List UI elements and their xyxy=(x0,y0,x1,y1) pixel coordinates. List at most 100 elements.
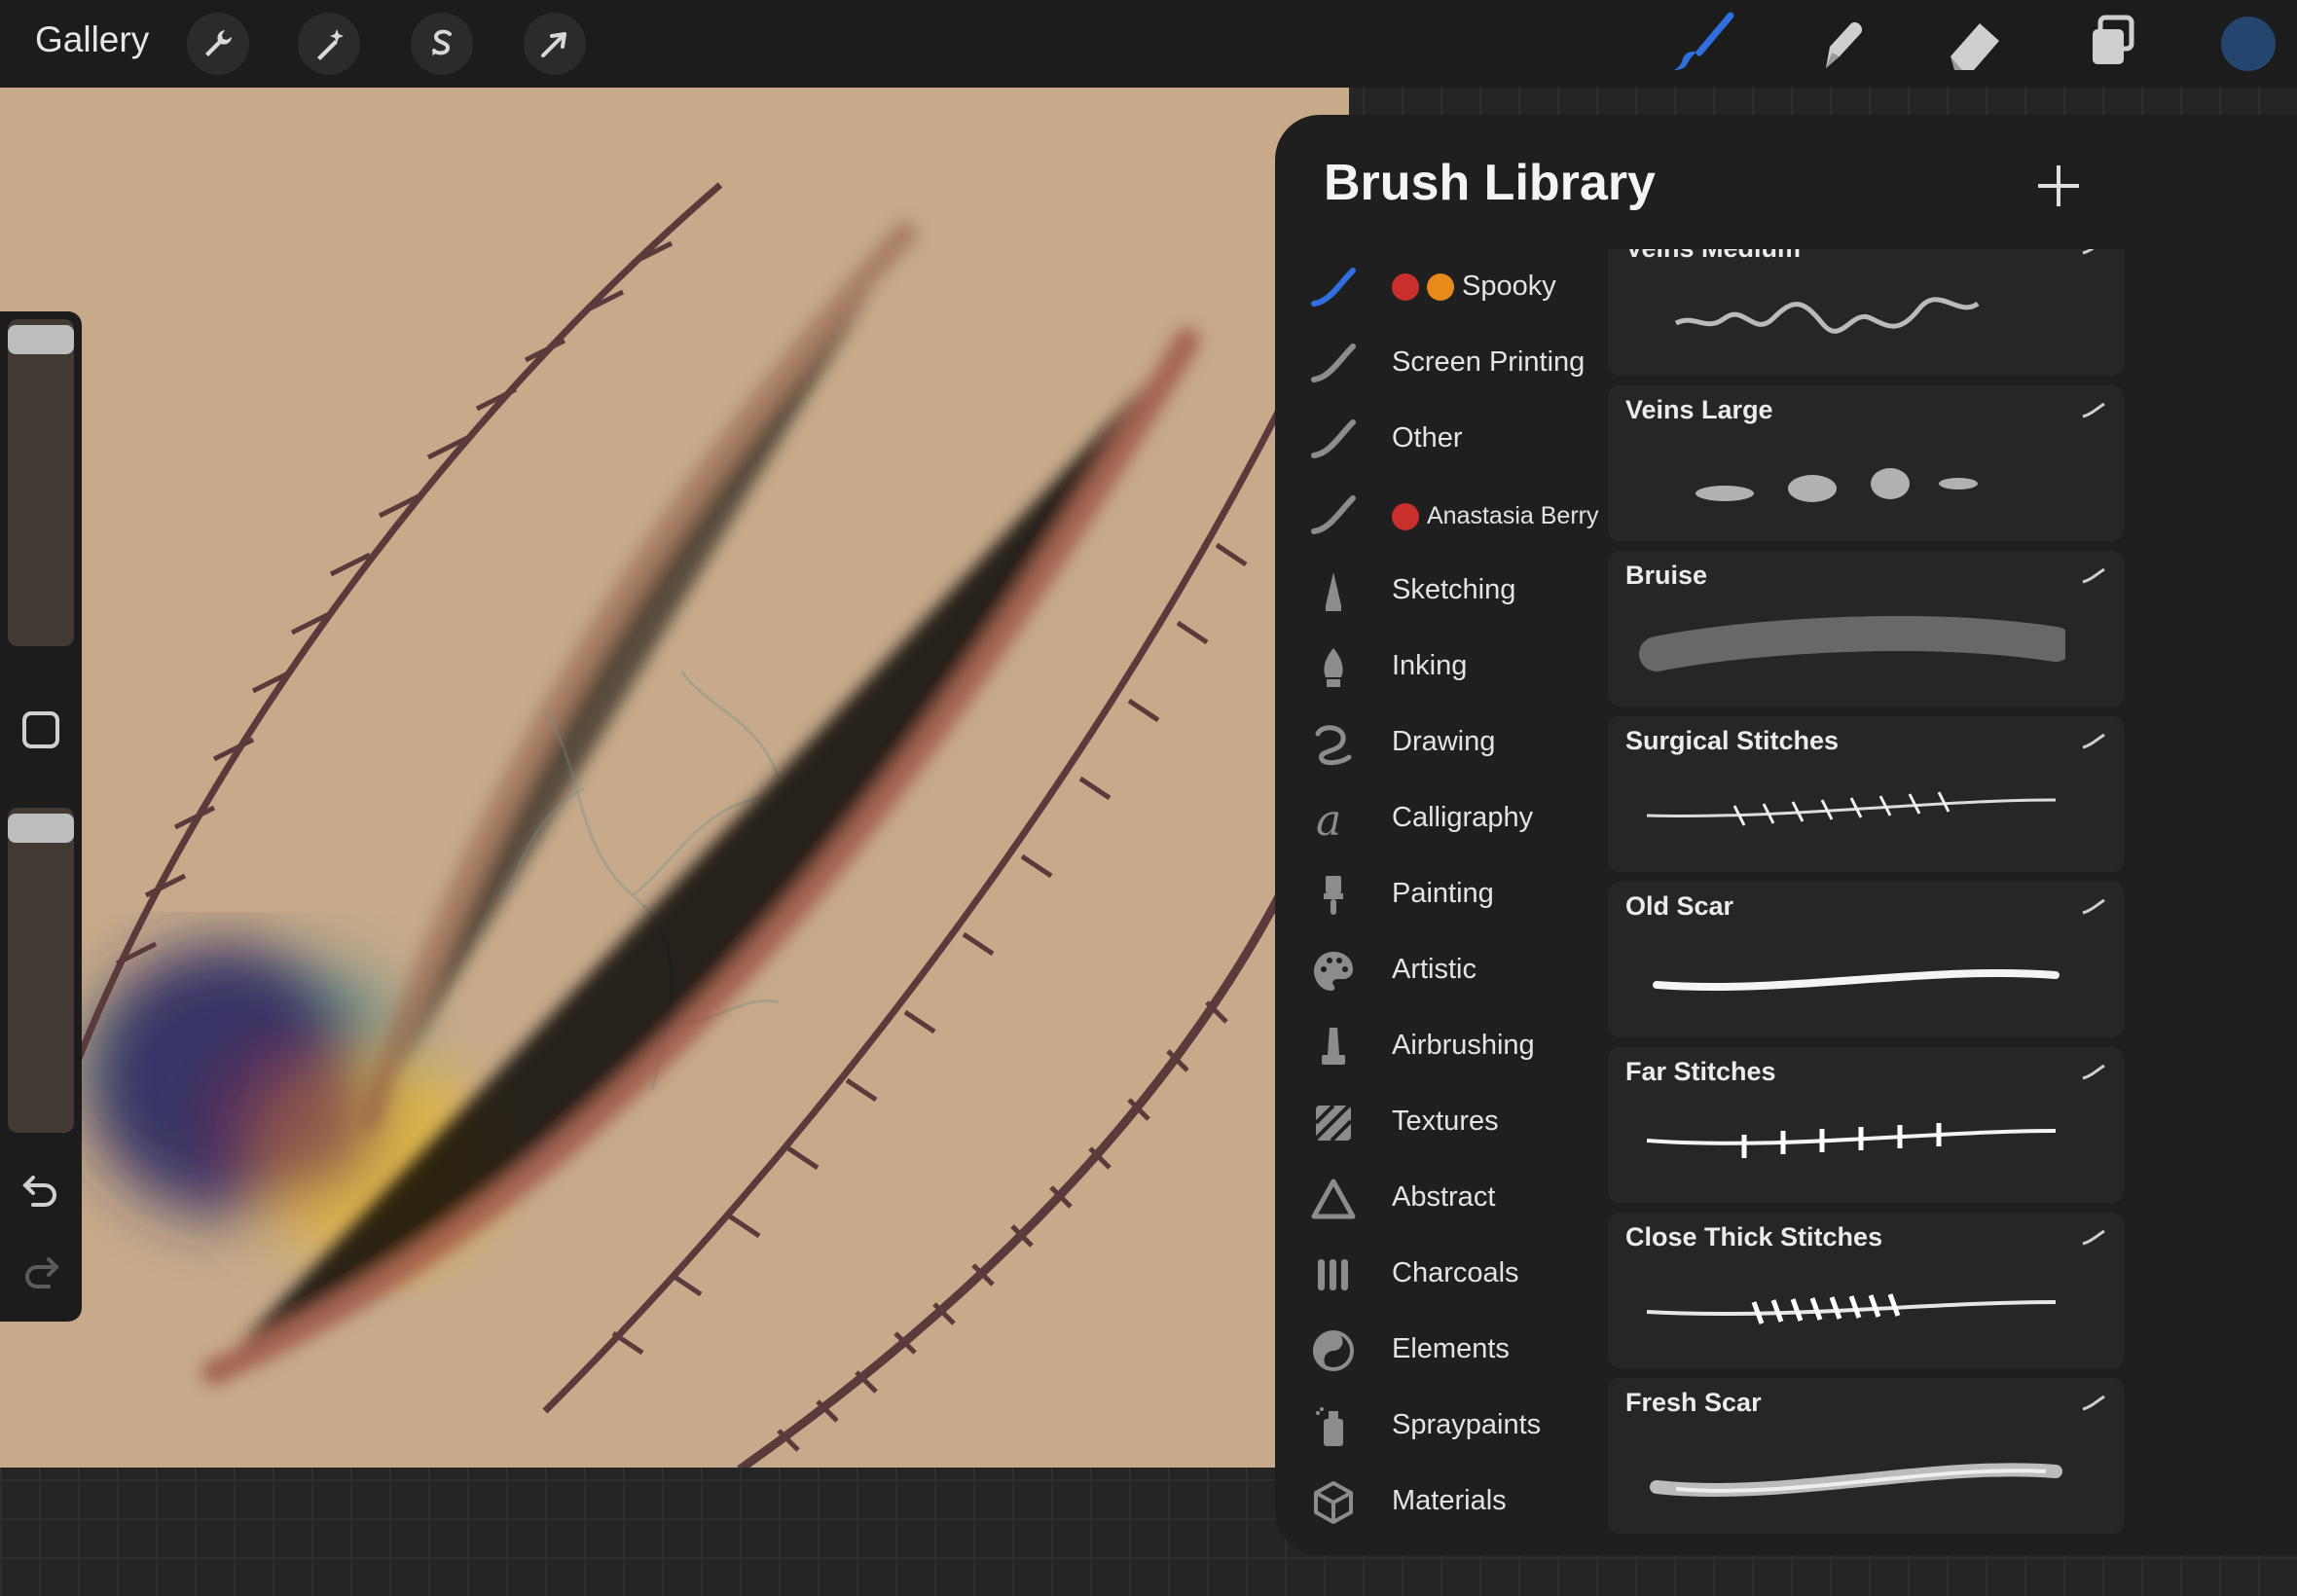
strawberry-icon xyxy=(1392,503,1419,531)
brush-preview-close-thick-stitches xyxy=(1646,1293,2057,1324)
drawing-canvas[interactable] xyxy=(0,88,1349,1468)
brush-name: Fresh Scar xyxy=(1625,1388,1762,1417)
strawberry-icon xyxy=(1392,273,1419,302)
add-brush-icon[interactable] xyxy=(2034,162,2083,215)
set-item-calligraphy[interactable]: a Calligraphy xyxy=(1275,782,1606,858)
brush-preview-bruise xyxy=(1639,616,2065,671)
brush-card-fresh-scar[interactable]: Fresh Scar xyxy=(1608,1378,2124,1534)
pumpkin-icon xyxy=(1427,273,1454,302)
palette-icon xyxy=(1310,948,1357,995)
set-label: Inking xyxy=(1392,650,1468,681)
brush-size-slider[interactable] xyxy=(8,319,74,646)
yin-yang-icon xyxy=(1310,1327,1357,1374)
smudge-icon[interactable] xyxy=(1805,10,1875,78)
redo-icon[interactable] xyxy=(19,1250,62,1297)
brush-name: Veins Medium xyxy=(1625,249,1801,264)
undo-icon[interactable] xyxy=(19,1168,62,1215)
brush-name: Veins Large xyxy=(1625,395,1773,424)
top-toolbar: Gallery xyxy=(0,0,2297,88)
opacity-slider[interactable] xyxy=(8,808,74,1133)
svg-text:a: a xyxy=(1316,796,1341,843)
calligraphy-icon: a xyxy=(1310,796,1357,846)
brush-name: Old Scar xyxy=(1625,891,1734,921)
set-item-other[interactable]: Other xyxy=(1275,403,1606,479)
brush-stroke-icon xyxy=(1310,417,1357,463)
brush-preview-far-stitches xyxy=(1646,1123,2057,1158)
left-sidebar xyxy=(0,311,82,1322)
brush-preview-veins xyxy=(1674,297,1980,334)
set-item-anastasia-berry[interactable]: Anastasia Berry xyxy=(1275,479,1606,555)
transform-arrow-icon[interactable] xyxy=(524,13,586,75)
brush-size-thumb[interactable] xyxy=(8,325,74,354)
layers-icon[interactable] xyxy=(2077,10,2147,78)
brush-card-old-scar[interactable]: Old Scar xyxy=(1608,882,2124,1037)
brush-card-veins-medium[interactable]: Veins Medium xyxy=(1608,249,2124,376)
spray-can-icon xyxy=(1310,1403,1357,1450)
set-item-airbrushing[interactable]: Airbrushing xyxy=(1275,1010,1606,1086)
squiggle-icon xyxy=(1310,720,1357,767)
brush-preview-surgical-stitches xyxy=(1646,791,2057,826)
brush-preview-fresh-scar xyxy=(1650,1463,2062,1497)
wrench-icon[interactable] xyxy=(187,13,249,75)
set-label: Artistic xyxy=(1392,954,1477,985)
canvas-artwork xyxy=(74,182,1289,1468)
set-item-sketching[interactable]: Sketching xyxy=(1275,555,1606,631)
brush-list: Veins Medium Veins Large Bruise Surgical… xyxy=(1608,249,2124,1555)
set-item-artistic[interactable]: Artistic xyxy=(1275,934,1606,1010)
opacity-thumb[interactable] xyxy=(8,814,74,843)
brush-library-panel: Brush Library Spooky Screen Printing Oth… xyxy=(1275,115,2297,1555)
set-label: Sketching xyxy=(1392,574,1516,605)
charcoal-icon xyxy=(1310,1251,1357,1298)
brush-icon[interactable] xyxy=(1670,10,1740,78)
set-label: Painting xyxy=(1392,878,1494,909)
selection-icon[interactable] xyxy=(411,13,473,75)
set-item-abstract[interactable]: Abstract xyxy=(1275,1162,1606,1238)
brush-stroke-icon xyxy=(2081,566,2106,591)
brush-name: Far Stitches xyxy=(1625,1057,1776,1086)
brush-stroke-icon xyxy=(1310,341,1357,387)
set-item-textures[interactable]: Textures xyxy=(1275,1086,1606,1162)
set-label: Screen Printing xyxy=(1392,346,1586,378)
paintbrush-icon xyxy=(1310,872,1357,919)
set-label: Elements xyxy=(1392,1333,1510,1364)
cube-icon xyxy=(1310,1479,1357,1526)
brush-stroke-icon xyxy=(2081,897,2106,922)
brush-card-far-stitches[interactable]: Far Stitches xyxy=(1608,1047,2124,1203)
airbrush-icon xyxy=(1310,1024,1357,1070)
set-label: Spraypaints xyxy=(1392,1409,1542,1440)
triangle-icon xyxy=(1310,1176,1357,1222)
set-item-screen-printing[interactable]: Screen Printing xyxy=(1275,327,1606,403)
brush-card-surgical-stitches[interactable]: Surgical Stitches xyxy=(1608,716,2124,872)
set-item-materials[interactable]: Materials xyxy=(1275,1466,1606,1542)
brush-card-bruise[interactable]: Bruise xyxy=(1608,551,2124,707)
gallery-button[interactable]: Gallery xyxy=(35,19,149,60)
eraser-icon[interactable] xyxy=(1941,10,2011,78)
ink-pen-icon xyxy=(1310,644,1357,691)
brush-card-close-thick-stitches[interactable]: Close Thick Stitches xyxy=(1608,1213,2124,1368)
set-item-elements[interactable]: Elements xyxy=(1275,1314,1606,1390)
brush-card-veins-large[interactable]: Veins Large xyxy=(1608,385,2124,541)
brush-name: Close Thick Stitches xyxy=(1625,1222,1883,1251)
set-item-spraypaints[interactable]: Spraypaints xyxy=(1275,1390,1606,1466)
set-label: Abstract xyxy=(1392,1181,1496,1213)
magic-wand-icon[interactable] xyxy=(298,13,360,75)
color-picker-swatch[interactable] xyxy=(2221,17,2276,71)
brush-stroke-icon xyxy=(2081,1394,2106,1418)
brush-name: Bruise xyxy=(1625,561,1708,590)
brush-stroke-icon xyxy=(2081,1063,2106,1087)
texture-icon xyxy=(1310,1100,1357,1146)
set-item-painting[interactable]: Painting xyxy=(1275,858,1606,934)
brush-stroke-icon xyxy=(2081,401,2106,425)
set-label: Charcoals xyxy=(1392,1257,1519,1288)
set-label: Other xyxy=(1392,422,1463,453)
eyedropper-square-icon[interactable] xyxy=(19,708,62,756)
brush-stroke-icon xyxy=(2081,732,2106,756)
set-item-drawing[interactable]: Drawing xyxy=(1275,707,1606,782)
set-label: Spooky xyxy=(1462,271,1556,302)
set-item-spooky[interactable]: Spooky xyxy=(1275,251,1606,327)
brush-stroke-icon xyxy=(2081,249,2106,262)
set-item-inking[interactable]: Inking xyxy=(1275,631,1606,707)
set-label: Materials xyxy=(1392,1485,1507,1516)
set-item-charcoals[interactable]: Charcoals xyxy=(1275,1238,1606,1314)
brush-preview-old-scar xyxy=(1653,968,2060,992)
